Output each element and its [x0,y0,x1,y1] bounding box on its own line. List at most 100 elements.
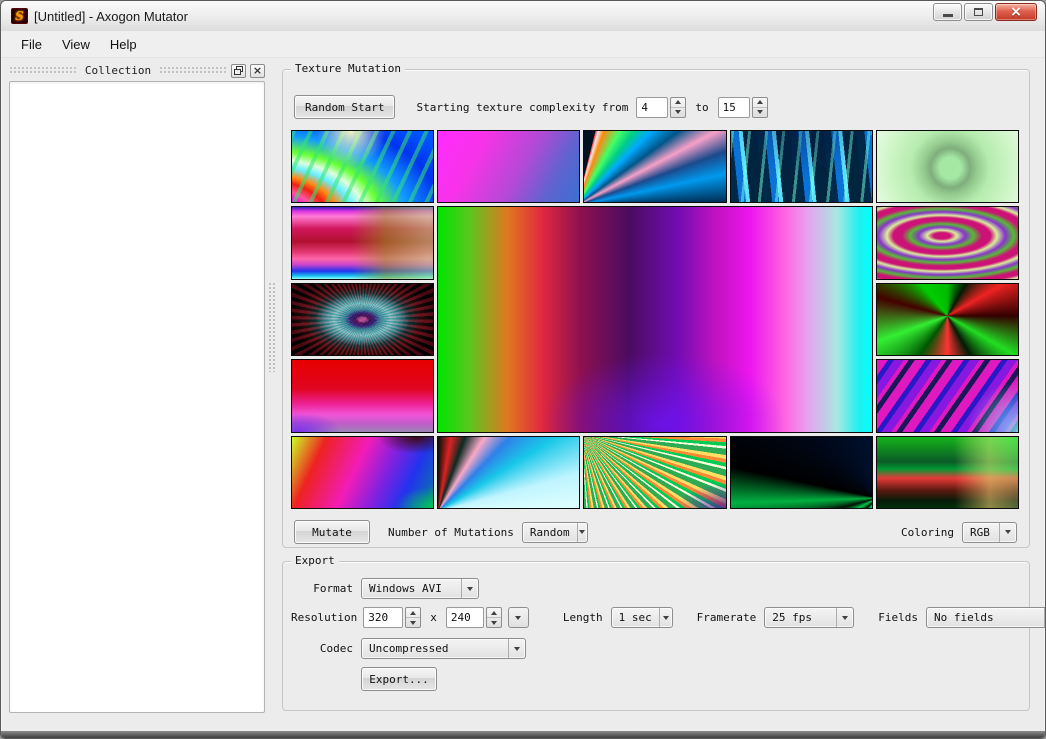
arrow-up-icon [675,100,681,104]
titlebar[interactable]: S [Untitled] - Axogon Mutator × [1,1,1045,31]
framerate-select[interactable]: 25 fps [764,607,854,628]
close-button[interactable]: × [995,3,1037,21]
texture-tile-4[interactable] [730,130,873,203]
window-title: [Untitled] - Axogon Mutator [34,9,188,24]
texture-tile-9[interactable] [876,206,1019,279]
fields-select[interactable]: No fields [926,607,1046,628]
format-value: Windows AVI [362,579,461,598]
spin-up-button[interactable] [406,608,420,617]
app-logo-icon: S [11,8,28,24]
spin-down-button[interactable] [406,617,420,627]
texture-tile-2[interactable] [437,130,580,203]
spin-down-button[interactable] [671,107,685,117]
coloring-select[interactable]: RGB [962,522,1017,543]
texture-tile-1[interactable] [291,130,434,203]
mutations-select[interactable]: Random [522,522,588,543]
arrow-down-icon [757,110,763,114]
float-restore-icon [234,66,243,75]
spin-down-button[interactable] [487,617,501,627]
chevron-down-icon [461,579,478,598]
length-label: Length [563,611,603,624]
spin-up-button[interactable] [671,98,685,107]
texture-mutation-group-title: Texture Mutation [291,62,405,75]
close-icon: × [1010,5,1022,19]
export-button[interactable]: Export... [361,667,437,691]
arrow-down-icon [842,616,848,620]
length-value: 1 sec [612,608,659,627]
texture-tile-10[interactable] [876,283,1019,356]
menu-file[interactable]: File [11,33,52,56]
arrow-down-icon [410,621,416,625]
minimize-button[interactable] [933,3,962,21]
panel-float-button[interactable] [231,64,246,78]
spin-up-button[interactable] [753,98,767,107]
menu-help[interactable]: Help [100,33,147,56]
maximize-button[interactable] [964,3,993,21]
mutations-value: Random [523,523,577,542]
collection-list[interactable] [9,81,265,713]
texture-grid [291,130,1019,509]
resolution-preset-button[interactable] [508,607,529,628]
texture-tile-15[interactable] [730,436,873,509]
coloring-label: Coloring [901,526,954,539]
arrow-down-icon [1005,530,1011,534]
texture-tile-6[interactable] [291,206,434,279]
texture-tile-7[interactable] [291,283,434,356]
texture-tile-13[interactable] [437,436,580,509]
resolution-height-spinner [486,607,502,628]
texture-tile-center[interactable] [437,206,873,432]
complexity-from-spinner [670,97,686,118]
random-start-button[interactable]: Random Start [294,95,395,119]
maximize-icon [974,8,983,16]
collection-panel: Collection × [9,62,265,713]
framerate-value: 25 fps [765,608,836,627]
arrow-down-icon [515,616,521,620]
fields-label: Fields [878,611,918,624]
arrow-down-icon [579,530,585,534]
resolution-width-input[interactable] [363,607,403,628]
resolution-x-label: x [430,611,437,624]
complexity-from-input[interactable] [636,97,668,118]
mutate-button[interactable]: Mutate [294,520,370,544]
collection-panel-title: Collection [81,64,155,77]
format-select[interactable]: Windows AVI [361,578,479,599]
fields-value: No fields [927,608,1044,627]
resolution-height-input[interactable] [446,607,484,628]
texture-tile-8[interactable] [291,359,434,432]
chevron-down-icon [836,608,853,627]
texture-tile-5[interactable] [876,130,1019,203]
chevron-down-icon [999,523,1016,542]
resolution-width-spinner [405,607,421,628]
arrow-down-icon [675,110,681,114]
texture-tile-3[interactable] [583,130,726,203]
resolution-label: Resolution [291,611,357,624]
panel-splitter[interactable] [268,282,276,372]
texture-tile-12[interactable] [291,436,434,509]
arrow-down-icon [491,621,497,625]
texture-tile-16[interactable] [876,436,1019,509]
arrow-up-icon [410,611,416,615]
complexity-to-input[interactable] [718,97,750,118]
complexity-to-spinner [752,97,768,118]
menu-view[interactable]: View [52,33,100,56]
codec-select[interactable]: Uncompressed [361,638,526,659]
arrow-down-icon [663,616,669,620]
spin-down-button[interactable] [753,107,767,117]
minimize-icon [943,14,953,17]
texture-mutation-group: Texture Mutation Random Start Starting t… [282,69,1030,548]
app-window: S [Untitled] - Axogon Mutator × File Vie… [0,0,1046,739]
collection-panel-header[interactable]: Collection × [9,62,265,79]
panel-close-button[interactable]: × [250,64,265,78]
arrow-up-icon [491,611,497,615]
length-select[interactable]: 1 sec [611,607,673,628]
export-group-title: Export [291,554,339,567]
codec-value: Uncompressed [362,639,508,658]
chevron-down-icon [577,523,587,542]
spin-up-button[interactable] [487,608,501,617]
mutations-label: Number of Mutations [388,526,514,539]
complexity-label: Starting texture complexity from [416,101,628,114]
arrow-down-icon [467,587,473,591]
texture-tile-14[interactable] [583,436,726,509]
texture-tile-11[interactable] [876,359,1019,432]
to-label: to [695,101,708,114]
